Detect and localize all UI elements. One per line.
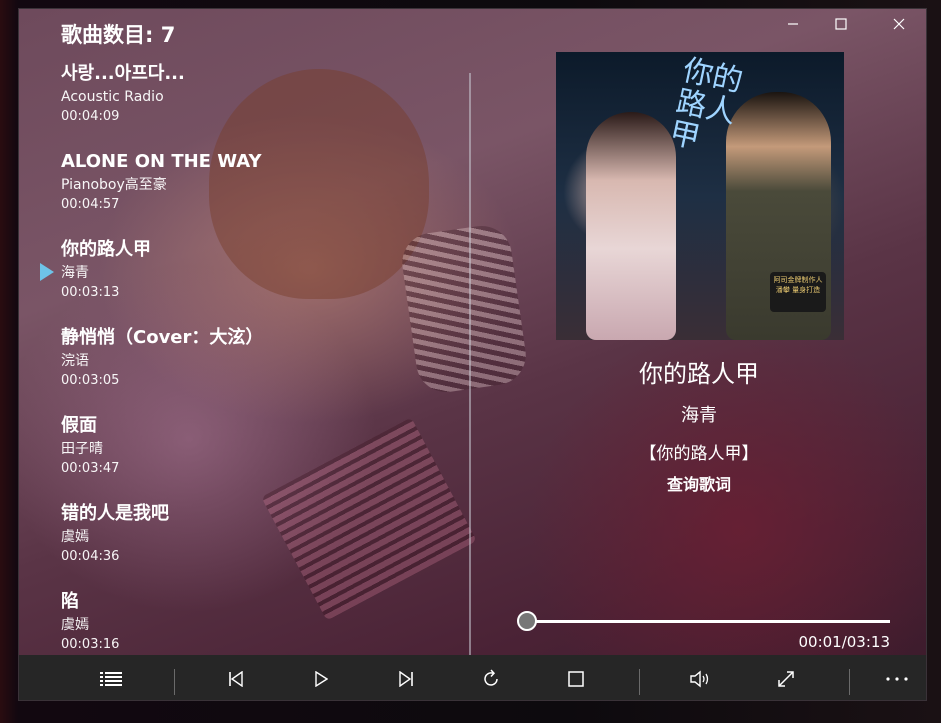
song-list-item[interactable]: 静悄悄（Cover：大泫） 浣语 00:03:05 xyxy=(61,325,421,413)
play-button[interactable] xyxy=(301,655,341,700)
song-list-item[interactable]: 사랑...아프다... Acoustic Radio 00:04:09 xyxy=(61,61,421,149)
song-title: ALONE ON THE WAY xyxy=(61,151,262,172)
fullscreen-icon xyxy=(778,670,794,687)
progress-bar[interactable] xyxy=(525,620,890,623)
previous-icon xyxy=(229,670,243,687)
song-duration: 00:03:47 xyxy=(61,461,120,476)
volume-icon xyxy=(690,670,709,687)
song-artist: 海青 xyxy=(61,265,89,281)
playlist-icon xyxy=(100,671,122,686)
song-artist: 虞嫣 xyxy=(61,617,89,633)
more-button[interactable] xyxy=(877,655,917,700)
progress-handle[interactable] xyxy=(516,611,537,631)
fullscreen-button[interactable] xyxy=(766,655,806,700)
song-duration: 00:03:16 xyxy=(61,637,120,651)
song-list-item[interactable]: 假面 田子晴 00:03:47 xyxy=(61,413,421,501)
minimize-button[interactable] xyxy=(770,9,816,39)
song-artist: 田子晴 xyxy=(61,441,103,457)
next-button[interactable] xyxy=(386,655,426,700)
close-button[interactable] xyxy=(876,9,922,39)
playlist-button[interactable] xyxy=(91,655,131,700)
play-icon xyxy=(315,670,328,687)
song-list-item[interactable]: 陷 虞嫣 00:03:16 xyxy=(61,589,421,651)
now-playing-album: 【你的路人甲】 xyxy=(639,444,759,464)
toolbar-separator xyxy=(174,669,175,695)
toolbar-separator xyxy=(639,669,640,695)
song-title: 假面 xyxy=(61,415,97,436)
song-count-label: 歌曲数目: 7 xyxy=(61,23,176,47)
song-duration: 00:03:13 xyxy=(61,285,120,300)
stop-button[interactable] xyxy=(556,655,596,700)
song-title: 静悄悄（Cover：大泫） xyxy=(61,327,264,348)
next-icon xyxy=(399,670,413,687)
toolbar-separator xyxy=(849,669,850,695)
now-playing-marker-icon xyxy=(40,263,54,281)
song-duration: 00:04:36 xyxy=(61,549,120,564)
song-duration: 00:04:57 xyxy=(61,197,120,212)
minimize-icon xyxy=(788,23,798,25)
repeat-button[interactable] xyxy=(471,655,511,700)
cover-badge: 阿司金牌制作人 潘攀 量身打造 xyxy=(770,272,826,312)
stop-icon xyxy=(568,670,584,687)
album-cover: 你的路人甲 阿司金牌制作人 潘攀 量身打造 xyxy=(556,52,844,340)
song-list-item-current[interactable]: 你的路人甲 海青 00:03:13 xyxy=(61,237,421,325)
song-list-item[interactable]: ALONE ON THE WAY Pianoboy高至豪 00:04:57 xyxy=(61,149,421,237)
song-artist: Acoustic Radio xyxy=(61,89,164,105)
maximize-button[interactable] xyxy=(818,9,864,39)
volume-button[interactable] xyxy=(681,655,721,700)
song-artist: 虞嫣 xyxy=(61,529,89,545)
progress-time: 00:01/03:13 xyxy=(798,633,890,651)
song-artist: 浣语 xyxy=(61,353,89,369)
now-playing-title: 你的路人甲 xyxy=(639,360,759,388)
previous-button[interactable] xyxy=(216,655,256,700)
repeat-icon xyxy=(484,668,498,686)
song-duration: 00:03:05 xyxy=(61,373,120,388)
song-title: 你的路人甲 xyxy=(61,239,151,260)
song-duration: 00:04:09 xyxy=(61,109,120,124)
control-bar xyxy=(19,655,926,700)
player-window: 歌曲数目: 7 사랑...아프다... Acoustic Radio 00:04… xyxy=(18,8,927,701)
cover-person-left xyxy=(586,112,676,340)
song-title: 사랑...아프다... xyxy=(61,63,185,84)
song-list[interactable]: 사랑...아프다... Acoustic Radio 00:04:09 ALON… xyxy=(61,61,421,651)
panel-divider xyxy=(469,73,471,655)
lyrics-link[interactable]: 查询歌词 xyxy=(579,471,819,495)
close-icon xyxy=(893,18,905,30)
song-list-item[interactable]: 错的人是我吧 虞嫣 00:04:36 xyxy=(61,501,421,589)
song-title: 错的人是我吧 xyxy=(61,503,169,524)
song-title: 陷 xyxy=(61,591,79,612)
more-icon xyxy=(886,676,908,681)
maximize-icon xyxy=(835,18,847,30)
now-playing-artist: 海青 xyxy=(681,405,717,426)
song-artist: Pianoboy高至豪 xyxy=(61,177,167,193)
